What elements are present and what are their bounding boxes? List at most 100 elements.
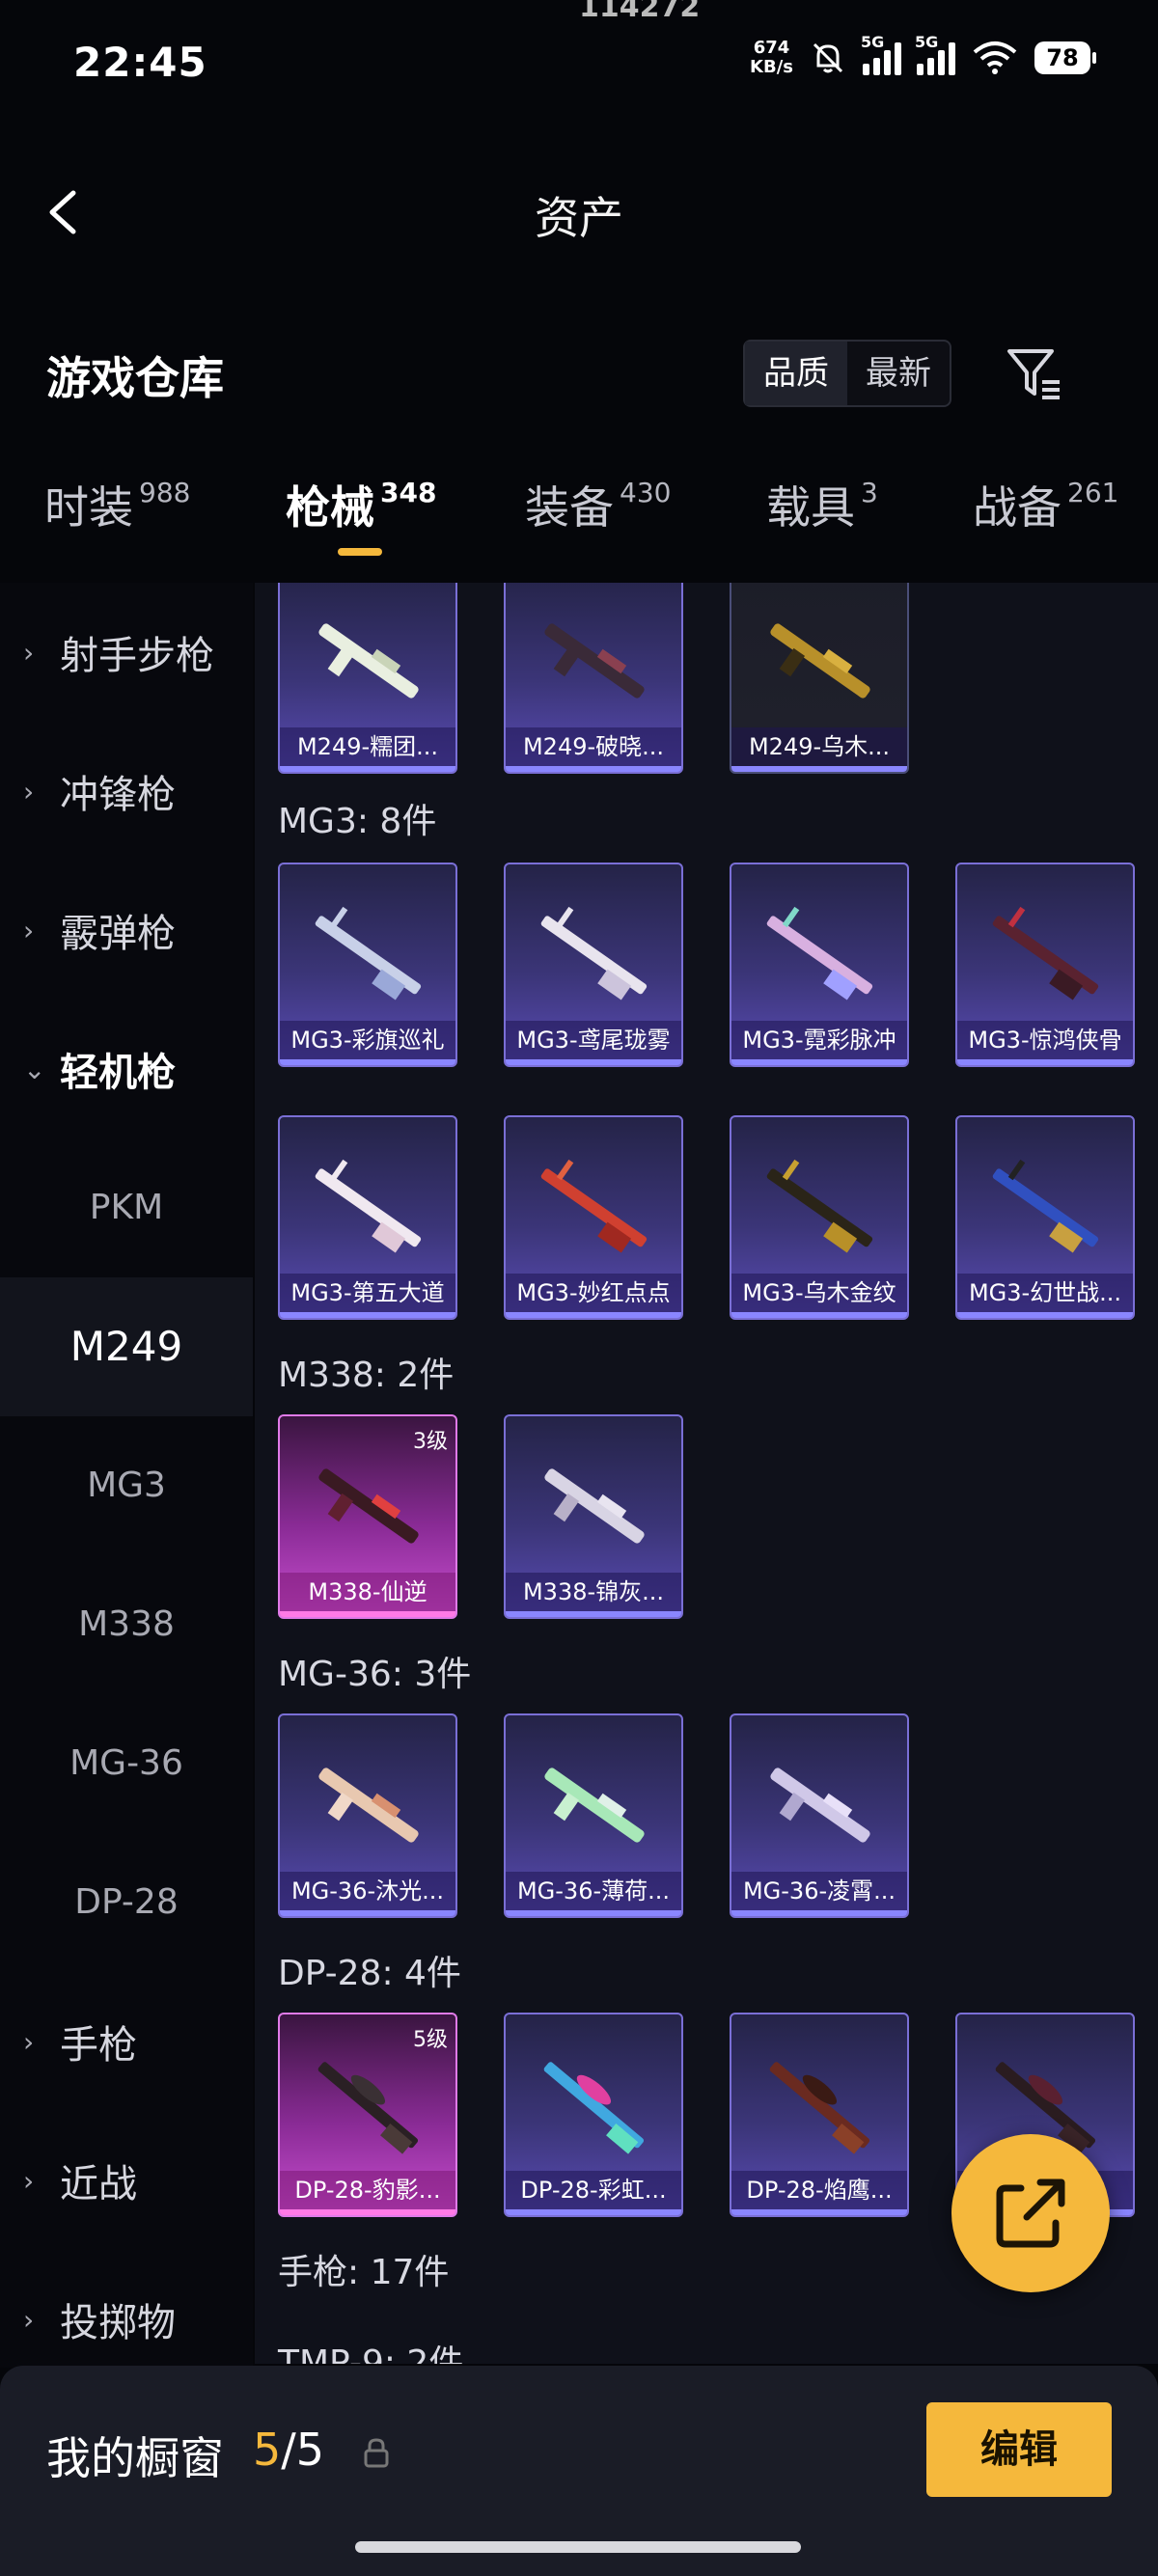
weapon-name: DP-28-彩虹... (506, 2171, 681, 2209)
sidebar-item-pistol[interactable]: › 手枪 (0, 1972, 253, 2111)
group-header-mg36: MG-36: 3件 (278, 1655, 472, 1694)
weapon-card[interactable]: MG-36-凌霄... (730, 1713, 909, 1918)
tab-fashion[interactable]: 时装 988 (44, 473, 190, 536)
weapon-card[interactable]: MG3-鸢尾珑雾 (504, 863, 683, 1067)
tab-equipment[interactable]: 装备 430 (525, 473, 671, 536)
chevron-right-icon: › (23, 2164, 35, 2197)
warehouse-title: 游戏仓库 (46, 352, 224, 404)
sidebar-item-label: 冲锋枪 (60, 773, 176, 817)
weapon-name: M338-锦灰... (506, 1573, 681, 1611)
gun-skin-image (769, 2062, 870, 2154)
gun-skin-image (992, 1159, 1099, 1253)
tab-vehicles[interactable]: 载具 3 (766, 473, 878, 536)
showcase-bar: 我的橱窗 5/5 编辑 (0, 2366, 1158, 2576)
sidebar-item-marksman[interactable]: › 射手步枪 (0, 583, 253, 722)
tab-count: 988 (139, 477, 191, 508)
level-badge: 5级 (413, 2028, 448, 2052)
speed-unit: KB/s (750, 57, 793, 77)
weapon-card[interactable]: M338-锦灰... (504, 1414, 683, 1619)
weapon-card[interactable]: MG3-幻世战... (955, 1115, 1135, 1320)
weapon-card[interactable]: MG3-惊鸿侠骨 (955, 863, 1135, 1067)
weapon-card[interactable]: M249-破晓... (504, 583, 683, 774)
sidebar-sub-dp28[interactable]: DP-28 (0, 1833, 253, 1972)
home-indicator[interactable] (355, 2541, 801, 2553)
sidebar-sub-m338[interactable]: M338 (0, 1555, 253, 1694)
gun-skin-image (318, 1768, 419, 1843)
page-title: 资产 (535, 192, 623, 244)
rarity-bar (506, 766, 681, 772)
weapon-name: MG3-乌木金纹 (731, 1274, 907, 1312)
weapon-name: DP-28-焰鹰... (731, 2171, 907, 2209)
sidebar-item-lmg[interactable]: ⌄ 轻机枪 (0, 1000, 253, 1138)
sidebar-sub-pkm[interactable]: PKM (0, 1138, 253, 1277)
gun-skin-image (770, 623, 870, 699)
weapon-card[interactable]: MG3-彩旗巡礼 (278, 863, 457, 1067)
rarity-bar (506, 2209, 681, 2215)
mute-bell-icon (813, 42, 843, 73)
edit-button[interactable]: 编辑 (926, 2402, 1112, 2497)
weapon-card[interactable]: M249-糯团... (278, 583, 457, 774)
sidebar-item-smg[interactable]: › 冲锋枪 (0, 722, 253, 861)
chevron-right-icon: › (23, 2025, 35, 2058)
weapon-card[interactable]: 3级 M338-仙逆 (278, 1414, 457, 1619)
tab-label: 时装 (44, 481, 133, 534)
weapon-card[interactable]: MG3-妙红点点 (504, 1115, 683, 1320)
gun-skin-image (315, 906, 422, 1000)
status-bar: 114272 22:45 674 KB/s 5G 5G 78 (0, 0, 1158, 125)
tab-count: 261 (1067, 477, 1119, 508)
sidebar-item-label: 轻机枪 (60, 1051, 176, 1095)
weapon-name: M249-乌木... (731, 727, 907, 766)
weapon-name: MG3-惊鸿侠骨 (957, 1021, 1133, 1059)
sidebar-item-label: 手枪 (60, 2023, 137, 2068)
group-header-m338: M338: 2件 (278, 1356, 455, 1395)
weapon-card[interactable]: MG3-霓彩脉冲 (730, 863, 909, 1067)
tab-tactical[interactable]: 战备 261 (973, 473, 1118, 536)
rarity-bar (506, 1059, 681, 1065)
weapon-card[interactable]: DP-28-彩虹... (504, 2013, 683, 2217)
weapon-card[interactable]: MG-36-沐光... (278, 1713, 457, 1918)
rarity-bar (731, 1059, 907, 1065)
tab-label: 装备 (525, 481, 614, 534)
rarity-bar (506, 1611, 681, 1617)
battery-icon: 78 (1034, 41, 1096, 74)
gun-skin-image (318, 623, 419, 699)
filter-icon[interactable] (1004, 343, 1065, 405)
rarity-bar (731, 1312, 907, 1318)
network-speed: 674 KB/s (750, 39, 793, 77)
sort-quality-button[interactable]: 品质 (745, 342, 847, 405)
weapon-name: M249-破晓... (506, 727, 681, 766)
sidebar-item-melee[interactable]: › 近战 (0, 2111, 253, 2250)
gun-skin-image (766, 906, 873, 1000)
weapon-card[interactable]: MG-36-薄荷... (504, 1713, 683, 1918)
sidebar-sub-mg36[interactable]: MG-36 (0, 1694, 253, 1833)
rarity-bar (731, 766, 907, 772)
sidebar-sub-mg3[interactable]: MG3 (0, 1416, 253, 1555)
weapon-name: M338-仙逆 (280, 1573, 455, 1611)
signal-icon: 5G (915, 33, 955, 75)
tab-firearms[interactable]: 枪械 348 (286, 473, 436, 556)
rarity-bar (731, 1910, 907, 1916)
weapon-name: MG3-妙红点点 (506, 1274, 681, 1312)
weapon-card[interactable]: MG3-乌木金纹 (730, 1115, 909, 1320)
weapon-name: DP-28-豹影... (280, 2171, 455, 2209)
sidebar-item-shotgun[interactable]: › 霰弹枪 (0, 861, 253, 1000)
weapon-name: MG-36-薄荷... (506, 1872, 681, 1910)
sort-newest-button[interactable]: 最新 (847, 342, 950, 405)
rarity-bar (280, 1059, 455, 1065)
weapon-card[interactable]: MG3-第五大道 (278, 1115, 457, 1320)
tab-label: 枪械 (286, 481, 374, 534)
signal-icon: 5G (861, 33, 901, 75)
rarity-bar (506, 1910, 681, 1916)
weapon-card[interactable]: DP-28-焰鹰... (730, 2013, 909, 2217)
chevron-down-icon: ⌄ (23, 1053, 46, 1085)
sidebar-item-label: 近战 (60, 2162, 137, 2206)
sidebar-sub-m249[interactable]: M249 (0, 1277, 253, 1416)
weapon-card[interactable]: M249-乌木... (730, 583, 909, 774)
share-fab-button[interactable] (951, 2134, 1110, 2292)
wifi-icon (973, 41, 1017, 74)
weapon-card[interactable]: 5级 DP-28-豹影... (278, 2013, 457, 2217)
chevron-right-icon: › (23, 775, 35, 808)
active-tab-indicator (338, 548, 382, 556)
chevron-right-icon: › (23, 2303, 35, 2336)
showcase-label: 我的橱窗 (46, 2432, 224, 2484)
